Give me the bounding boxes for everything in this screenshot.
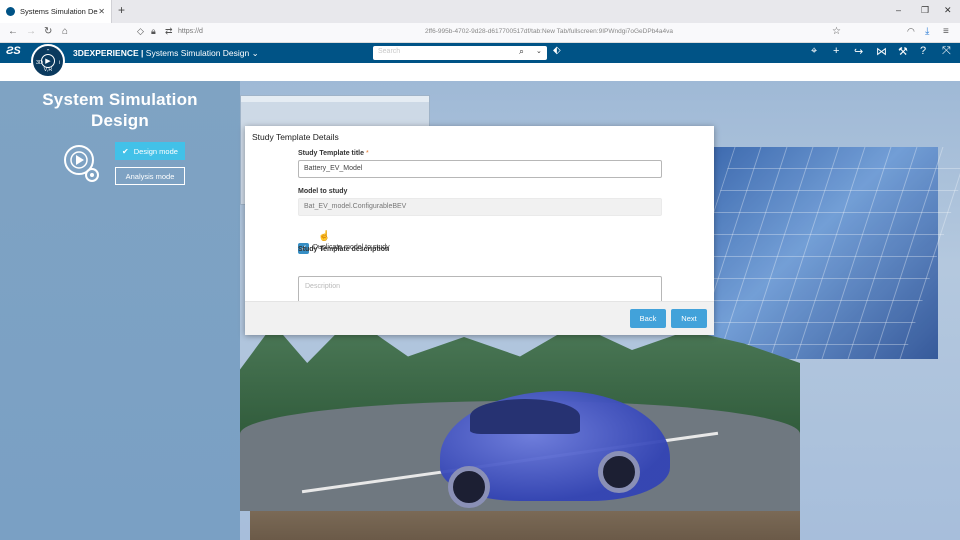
browser-tab-bar: Systems Simulation Design ✕ + – ❐ ✕ [0, 0, 960, 23]
reload-icon[interactable]: ↻ [44, 26, 52, 37]
search-options-chevron-icon[interactable]: ⌄ [536, 47, 542, 55]
compass-va-icon: V,R [43, 67, 53, 73]
model-to-study-field: Bat_EV_model.ConfigurableBEV [298, 198, 662, 216]
compass-i-icon: i [58, 60, 60, 66]
bookmark-add-icon[interactable]: ⌖ [811, 45, 817, 58]
app-title: System Simulation Design [42, 90, 198, 130]
description-placeholder: Description [305, 283, 341, 290]
brand-title[interactable]: 3DEXPERIENCE | Systems Simulation Design… [73, 48, 259, 59]
home-icon[interactable]: ⌂ [62, 26, 68, 37]
analysis-mode-button[interactable]: Analysis mode [115, 167, 185, 185]
app-header: ƧS 3DEXPERIENCE | Systems Simulation Des… [0, 43, 960, 63]
required-mark: * [365, 150, 369, 157]
pocket-icon[interactable]: ◠ [907, 26, 915, 37]
dialog-body: Study Template title * Battery_EV_Model … [245, 146, 714, 314]
compass-play-icon: ▶ [41, 54, 55, 68]
search-icon[interactable]: ⌕ [519, 46, 524, 57]
content-top-strip [0, 63, 960, 81]
dialog-footer: Back Next [245, 301, 714, 335]
study-template-dialog: Study Template Details Study Template ti… [245, 126, 714, 335]
shield-icon[interactable]: ◇ [137, 26, 144, 37]
design-mode-button[interactable]: ✔ Design mode [115, 142, 185, 160]
tab-title: Systems Simulation Design [20, 7, 98, 16]
collapse-icon[interactable]: ⤧ [942, 45, 951, 58]
template-title-input[interactable]: Battery_EV_Model [298, 160, 662, 178]
browser-nav-bar: ← → ↻ ⌂ ◇ 🔒︎ ⇄ https://d 2ff6-995b-4702-… [0, 23, 960, 43]
compass-3d-icon: 3D [36, 60, 44, 66]
url-path-text[interactable]: 2ff6-995b-4702-9d28-d617700517df/tab:New… [425, 28, 673, 35]
network-share-icon[interactable]: ⋈ [876, 45, 887, 58]
check-icon: ✔ [122, 146, 129, 156]
tab-close-icon[interactable]: ✕ [98, 7, 105, 16]
bookmark-star-icon[interactable]: ☆ [832, 26, 841, 37]
simulation-design-gear-icon [62, 142, 102, 182]
new-tab-button[interactable]: + [118, 3, 125, 17]
minimize-icon[interactable]: – [896, 5, 901, 15]
car-wheel [448, 466, 490, 508]
back-button[interactable]: Back [630, 309, 666, 328]
app-name: Systems Simulation Design [145, 48, 250, 58]
share-arrow-icon[interactable]: ↪ [854, 45, 863, 58]
template-title-label: Study Template title * [298, 150, 369, 157]
tools-icon[interactable]: ⚒ [898, 45, 908, 58]
menu-icon[interactable]: ≡ [943, 26, 949, 37]
plus-icon[interactable]: + [833, 45, 839, 57]
compass-widget[interactable]: ⌃ 3D ▶ i V,R [31, 44, 65, 78]
app-favicon-icon [6, 7, 15, 16]
maximize-icon[interactable]: ❐ [921, 5, 929, 16]
app-name-chevron-down-icon[interactable]: ⌄ [252, 48, 259, 58]
solar-panel-image [665, 147, 960, 359]
hand-cursor-icon: ☝ [318, 231, 331, 242]
close-window-icon[interactable]: ✕ [944, 5, 952, 16]
search-input[interactable]: Search [378, 48, 400, 55]
next-button[interactable]: Next [671, 309, 707, 328]
forward-arrow-icon[interactable]: → [26, 26, 36, 37]
tag-icon[interactable]: ⬖ [553, 45, 561, 56]
lock-icon: 🔒︎ [151, 26, 156, 36]
back-arrow-icon[interactable]: ← [8, 26, 18, 37]
brand-prefix: 3DEXPERIENCE | [73, 48, 144, 58]
description-label: Study Template description [298, 246, 390, 253]
design-mode-label: Design mode [133, 146, 178, 156]
browser-tab[interactable]: Systems Simulation Design ✕ [0, 0, 112, 23]
analysis-mode-label: Analysis mode [125, 171, 175, 181]
downloads-icon[interactable]: ⤓ [925, 26, 929, 37]
search-box[interactable]: Search ⌕ ⌄ [373, 46, 547, 60]
dialog-title: Study Template Details [252, 132, 339, 142]
compass-top-icon: ⌃ [45, 49, 51, 55]
help-icon[interactable]: ? [920, 45, 926, 57]
car-wheel [598, 451, 640, 493]
car-window [470, 399, 580, 434]
ds-logo-icon: ƧS [6, 45, 21, 57]
model-to-study-label: Model to study [298, 188, 348, 195]
url-text[interactable]: https://d [178, 28, 203, 35]
permissions-icon[interactable]: ⇄ [165, 26, 173, 37]
